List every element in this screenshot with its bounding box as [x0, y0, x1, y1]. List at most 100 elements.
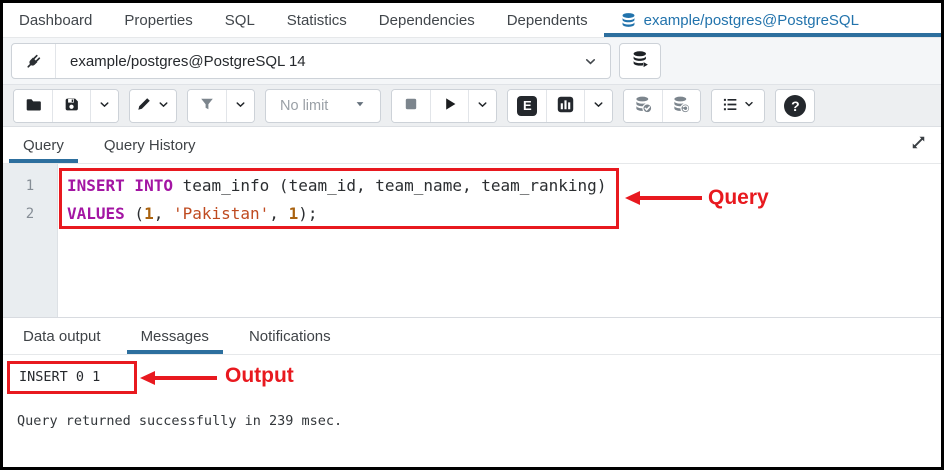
chevron-down-icon — [476, 98, 489, 114]
execute-options-chevron-button[interactable] — [468, 89, 497, 122]
code-segment-number: 1 — [144, 204, 154, 223]
explain-icon: E — [517, 95, 538, 116]
stop-icon — [403, 96, 419, 115]
rollback-button[interactable] — [662, 89, 701, 122]
explain-options-chevron-button[interactable] — [584, 89, 613, 122]
explain-button[interactable]: E — [508, 89, 547, 122]
tab-label: Properties — [124, 11, 193, 29]
edit-group — [129, 88, 177, 123]
code-segment-plain: team_info (team_id, team_name, team_rank… — [172, 176, 607, 195]
panel-tab-bar: Dashboard Properties SQL Statistics Depe… — [3, 3, 941, 38]
filter-group — [187, 88, 255, 123]
active-tab-underline — [603, 33, 941, 37]
tab-data-output[interactable]: Data output — [3, 318, 121, 354]
line-number: 1 — [25, 178, 35, 194]
tab-dependents[interactable]: Dependents — [491, 3, 604, 37]
tab-dashboard[interactable]: Dashboard — [3, 3, 108, 37]
tab-label: SQL — [224, 11, 255, 29]
tab-label: Query History — [103, 136, 196, 154]
code-area[interactable]: INSERT INTO team_info (team_id, team_nam… — [58, 164, 941, 317]
macros-button[interactable] — [712, 89, 765, 122]
filter-funnel-icon — [199, 96, 215, 115]
output-tab-bar: Data output Messages Notifications — [3, 317, 941, 355]
open-file-button[interactable] — [14, 89, 52, 122]
tab-label: example/postgres@PostgreSQL — [643, 11, 859, 29]
execute-group — [391, 88, 498, 123]
query-result-text: INSERT 0 1 — [19, 369, 101, 385]
caret-down-icon — [354, 98, 366, 114]
database-rollback-icon — [672, 95, 691, 117]
code-segment-plain: ); — [298, 204, 318, 223]
execute-query-button[interactable] — [430, 89, 469, 122]
tab-label: Dashboard — [19, 11, 93, 29]
panel-expand-button[interactable] — [896, 127, 941, 163]
numbered-list-icon — [722, 96, 739, 116]
tab-label: Notifications — [248, 327, 331, 345]
expand-diagonal-icon — [910, 134, 927, 156]
tab-dependencies[interactable]: Dependencies — [363, 3, 491, 37]
save-options-chevron-button[interactable] — [90, 89, 118, 122]
code-line[interactable]: VALUES (1, 'Pakistan', 1); — [67, 200, 941, 228]
output-annotation-label: Output — [225, 364, 294, 387]
row-limit-select[interactable]: No limit — [265, 88, 382, 123]
help-group: ? — [775, 88, 816, 123]
query-toolbar: No limit E ? — [3, 85, 941, 127]
commit-button[interactable] — [624, 89, 663, 122]
new-connection-button[interactable] — [619, 43, 661, 79]
chevron-down-icon — [592, 98, 605, 114]
save-button[interactable] — [52, 89, 90, 122]
tab-properties[interactable]: Properties — [108, 3, 208, 37]
code-line[interactable]: INSERT INTO team_info (team_id, team_nam… — [67, 172, 941, 200]
tab-sql[interactable]: SQL — [209, 3, 271, 37]
tab-label: Data output — [23, 327, 101, 345]
tab-label: Messages — [140, 327, 209, 345]
chevron-down-icon — [743, 98, 755, 113]
transaction-group — [623, 88, 702, 123]
tab-notifications[interactable]: Notifications — [229, 318, 351, 354]
filter-button[interactable] — [188, 89, 226, 122]
filter-options-chevron-button[interactable] — [226, 89, 254, 122]
pgadmin-query-tool-window: Dashboard Properties SQL Statistics Depe… — [0, 0, 944, 470]
code-segment-keyword: INSERT INTO — [67, 176, 173, 195]
connection-status-icon — [12, 44, 56, 78]
tab-query-history[interactable]: Query History — [84, 127, 216, 163]
explain-group: E — [507, 88, 614, 123]
editor-tab-bar: Query Query History — [3, 127, 941, 164]
help-button[interactable]: ? — [776, 89, 815, 122]
tab-statistics[interactable]: Statistics — [271, 3, 363, 37]
edit-menu-button[interactable] — [130, 89, 176, 122]
explain-analyze-button[interactable] — [546, 89, 585, 122]
chevron-down-icon — [234, 98, 247, 114]
help-icon: ? — [784, 94, 807, 117]
tab-messages[interactable]: Messages — [121, 318, 229, 354]
query-status-text: Query returned successfully in 239 msec. — [17, 413, 343, 429]
connection-selector[interactable]: example/postgres@PostgreSQL 14 — [11, 43, 611, 79]
tab-label: Dependents — [506, 11, 588, 29]
code-segment-number: 1 — [288, 204, 299, 223]
code-segment-plain: ( — [124, 204, 145, 223]
code-segment-plain: , — [153, 204, 173, 223]
tab-query-tool-active[interactable]: example/postgres@PostgreSQL — [603, 3, 941, 37]
chevron-down-icon — [570, 54, 610, 69]
macros-group — [711, 88, 766, 123]
cancel-query-button[interactable] — [392, 89, 431, 122]
tab-query[interactable]: Query — [3, 127, 84, 163]
row-limit-value: No limit — [280, 97, 329, 114]
pencil-icon — [136, 96, 152, 115]
folder-icon — [25, 96, 42, 116]
file-group — [13, 88, 119, 123]
database-commit-icon — [634, 95, 653, 117]
save-icon — [63, 96, 80, 116]
code-segment-plain: , — [269, 204, 289, 223]
output-annotation-arrow — [140, 371, 217, 385]
chevron-down-icon — [157, 98, 170, 114]
chevron-down-icon — [98, 98, 111, 114]
connection-row: example/postgres@PostgreSQL 14 — [3, 38, 941, 85]
bar-chart-icon — [556, 95, 575, 117]
code-segment-keyword: VALUES — [67, 204, 125, 223]
tab-label: Dependencies — [378, 11, 475, 29]
tab-label: Statistics — [286, 11, 347, 29]
messages-panel: INSERT 0 1 Output Query returned success… — [3, 355, 941, 467]
sql-editor: 12 INSERT INTO team_info (team_id, team_… — [3, 164, 941, 317]
code-segment-string: 'Pakistan' — [172, 204, 270, 223]
